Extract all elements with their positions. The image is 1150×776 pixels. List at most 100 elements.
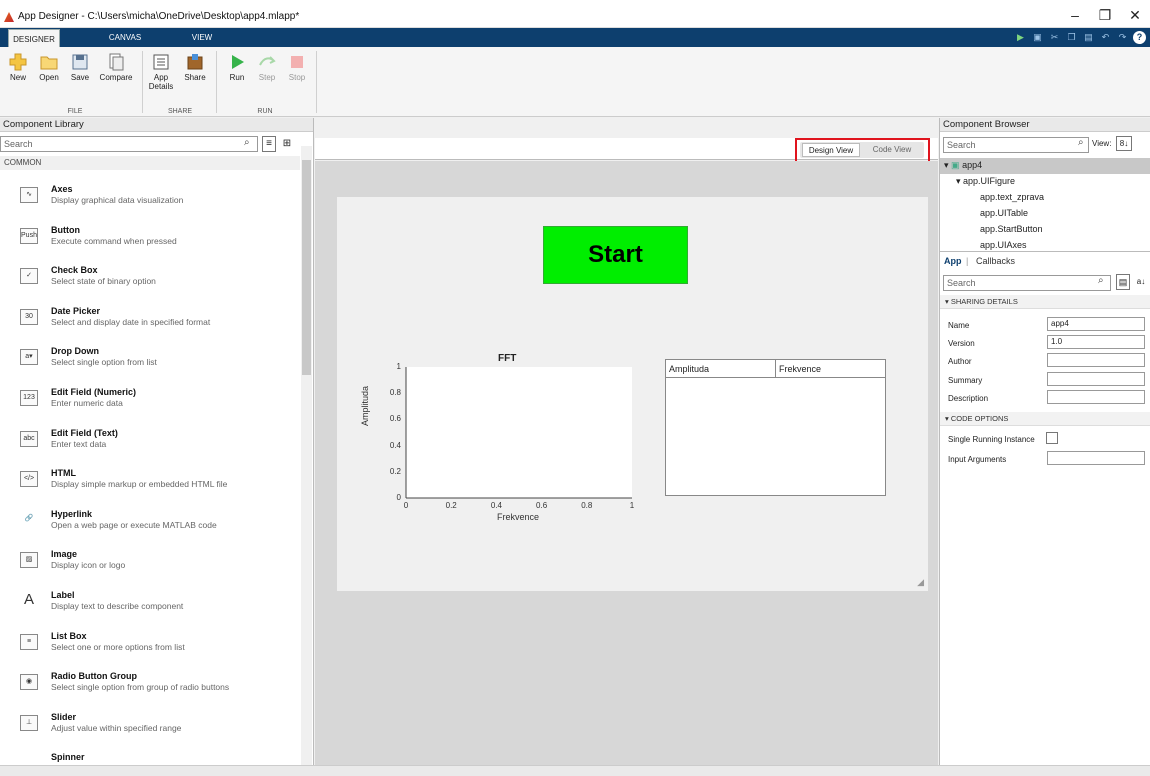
sort-view-icon[interactable]: 8↓: [1116, 136, 1132, 151]
stop-button[interactable]: Stop: [284, 53, 310, 82]
axes-icon: ∿: [20, 187, 38, 203]
table-header-amplituda[interactable]: Amplituda: [666, 360, 776, 378]
save-quick-icon[interactable]: ▣: [1031, 31, 1044, 44]
library-item[interactable]: Push Button Execute command when pressed: [20, 225, 290, 265]
close-button[interactable]: ✕: [1122, 6, 1148, 24]
hyperlink-icon: 🔗: [24, 514, 34, 522]
tree-item-uifigure[interactable]: ▾ app.UIFigure: [956, 174, 1015, 189]
library-item[interactable]: ◉ Radio Button Group Select single option …: [20, 671, 290, 711]
library-scrollbar-thumb[interactable]: [302, 160, 311, 375]
run-quick-icon[interactable]: ▶: [1014, 31, 1027, 44]
title-bar: App Designer - C:\Users\micha\OneDrive\D…: [0, 0, 1150, 28]
search-icon[interactable]: ⌕: [244, 137, 250, 148]
group-view-icon[interactable]: ▤: [1116, 274, 1130, 290]
start-button[interactable]: Start: [543, 226, 688, 284]
window-title: App Designer - C:\Users\micha\OneDrive\D…: [18, 11, 300, 22]
library-item[interactable]: ∿ Axes Display graphical data visualizatio…: [20, 184, 290, 224]
paste-quick-icon[interactable]: ▤: [1082, 31, 1095, 44]
tab-designer[interactable]: DESIGNER: [8, 29, 60, 47]
section-sharing-details[interactable]: ▾ SHARING DETAILS: [940, 295, 1150, 309]
library-item[interactable]: a▾ Drop Down Select single option from lis…: [20, 346, 290, 386]
y-tick-label: 0.8: [389, 388, 401, 398]
tree-item-uitable[interactable]: app.UITable: [980, 206, 1028, 221]
component-library-title: Component Library: [0, 118, 313, 132]
ui-table[interactable]: Amplituda Frekvence: [665, 359, 886, 496]
divider: [940, 251, 1150, 252]
section-share-label: SHARE: [167, 108, 193, 115]
tree-item-text-zprava[interactable]: app.text_zprava: [980, 190, 1044, 205]
property-label: Description: [948, 393, 989, 403]
divider: [142, 51, 143, 113]
compare-button[interactable]: Compare: [96, 53, 136, 82]
property-value-field[interactable]: [1047, 353, 1145, 368]
axes-ylabel: Amplituda: [360, 385, 370, 426]
properties-search-input[interactable]: Search: [943, 275, 1111, 291]
library-item-desc: Execute command when pressed: [51, 235, 177, 246]
search-icon[interactable]: ⌕: [1098, 275, 1104, 286]
library-item[interactable]: ✓ Check Box Select state of binary option: [20, 265, 290, 305]
details-icon: [152, 53, 170, 71]
cut-quick-icon[interactable]: ✂: [1048, 31, 1061, 44]
library-item[interactable]: </> HTML Display simple markup or embedded…: [20, 468, 290, 508]
library-item[interactable]: 30 Date Picker Select and display date in …: [20, 306, 290, 346]
browser-search-input[interactable]: Search: [943, 137, 1089, 153]
component-library-panel: Component Library Search ⌕ ≡ ⊞ COMMON ∿ A…: [0, 118, 314, 776]
single-instance-checkbox[interactable]: [1046, 432, 1058, 444]
app-details-button[interactable]: App Details: [146, 53, 176, 91]
library-item[interactable]: A Label Display text to describe component: [20, 590, 290, 630]
redo-quick-icon[interactable]: ↷: [1116, 31, 1129, 44]
resize-grip-icon[interactable]: ◢: [917, 577, 924, 588]
library-item-name: Spinner: [51, 752, 85, 763]
tree-item-app4[interactable]: ▾ ▣ app4: [944, 158, 982, 173]
numeric-field-icon: 123: [20, 390, 38, 406]
category-common: COMMON: [0, 156, 300, 170]
x-tick-label: 0.2: [445, 501, 457, 510]
section-code-options[interactable]: ▾ CODE OPTIONS: [940, 412, 1150, 426]
list-view-icon[interactable]: ≡: [262, 136, 276, 152]
step-button[interactable]: Step: [254, 53, 280, 82]
restore-button[interactable]: ❐: [1092, 6, 1118, 24]
run-button[interactable]: Run: [224, 53, 250, 82]
sort-alpha-icon[interactable]: a↓: [1134, 274, 1148, 290]
html-icon: </>: [20, 471, 38, 488]
library-item-name: HTML: [51, 468, 76, 479]
help-icon[interactable]: ?: [1133, 31, 1146, 44]
library-search-input[interactable]: Search: [0, 136, 258, 152]
search-icon[interactable]: ⌕: [1078, 137, 1084, 148]
property-value-field[interactable]: [1047, 371, 1145, 386]
library-item[interactable]: abc Edit Field (Text) Enter text data: [20, 428, 290, 468]
library-item-desc: Enter text data: [51, 438, 107, 449]
property-value-field[interactable]: 1.0: [1047, 335, 1145, 350]
library-item[interactable]: ⊥ Slider Adjust value within specified ran…: [20, 712, 290, 752]
library-item[interactable]: ▨ Image Display icon or logo: [20, 549, 290, 589]
library-item[interactable]: 🔗 Hyperlink Open a web page or execute MAT…: [20, 509, 290, 549]
image-icon: ▨: [20, 552, 38, 569]
library-item-desc: Select single option from list: [51, 357, 157, 368]
undo-quick-icon[interactable]: ↶: [1099, 31, 1112, 44]
library-item[interactable]: ≡ List Box Select one or more options from…: [20, 631, 290, 671]
save-button[interactable]: Save: [66, 53, 94, 82]
property-label: Name: [948, 321, 970, 330]
library-item-name: Drop Down: [51, 346, 99, 357]
tab-callbacks[interactable]: Callbacks: [976, 256, 1015, 266]
tab-app[interactable]: App: [944, 256, 962, 266]
property-value-field[interactable]: app4: [1047, 317, 1145, 331]
open-button[interactable]: Open: [34, 53, 64, 82]
tab-view[interactable]: VIEW: [180, 28, 224, 47]
x-tick-label: 0.6: [536, 501, 548, 510]
tab-canvas[interactable]: CANVAS: [98, 28, 152, 47]
property-value-field[interactable]: [1047, 389, 1145, 404]
input-arguments-field[interactable]: [1047, 451, 1145, 465]
copy-quick-icon[interactable]: ❐: [1065, 31, 1078, 44]
new-button[interactable]: New: [4, 53, 32, 82]
grid-view-icon[interactable]: ⊞: [280, 136, 294, 152]
minimize-button[interactable]: –: [1062, 6, 1088, 24]
library-item-name: Hyperlink: [51, 508, 93, 519]
input-arguments-label: Input Arguments: [948, 455, 1007, 464]
share-button[interactable]: Share: [180, 53, 210, 82]
step-icon: [258, 53, 276, 71]
library-item[interactable]: 123 Edit Field (Numeric) Enter numeric dat…: [20, 387, 290, 427]
table-header-frekvence[interactable]: Frekvence: [776, 360, 885, 378]
dropdown-icon: a▾: [20, 349, 38, 366]
tree-item-startbutton[interactable]: app.StartButton: [980, 222, 1043, 237]
